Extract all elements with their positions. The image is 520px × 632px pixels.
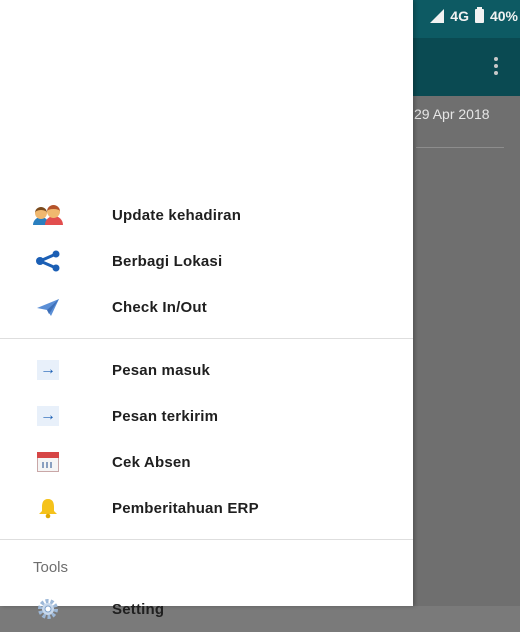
menu-item-label: Berbagi Lokasi bbox=[112, 252, 223, 270]
arrow-right-icon: → bbox=[33, 358, 63, 382]
menu-item-label: Cek Absen bbox=[112, 453, 191, 471]
calendar-icon bbox=[33, 450, 63, 474]
battery-icon bbox=[474, 7, 484, 23]
background-divider bbox=[416, 147, 504, 148]
menu-item-check-in-out[interactable]: Check In/Out bbox=[0, 284, 413, 330]
people-icon bbox=[33, 203, 63, 227]
gear-icon bbox=[33, 597, 63, 621]
bell-icon bbox=[33, 496, 63, 520]
menu-item-label: Pemberitahuan ERP bbox=[112, 499, 259, 517]
menu-item-label: Check In/Out bbox=[112, 298, 207, 316]
menu-item-update-kehadiran[interactable]: Update kehadiran bbox=[0, 192, 413, 238]
menu-item-pemberitahuan-erp[interactable]: Pemberitahuan ERP bbox=[0, 485, 413, 531]
menu-item-berbagi-lokasi[interactable]: Berbagi Lokasi bbox=[0, 238, 413, 284]
menu-item-label: Pesan masuk bbox=[112, 361, 211, 379]
background-date: 29 Apr 2018 bbox=[414, 106, 490, 122]
menu-item-pesan-masuk[interactable]: → Pesan masuk bbox=[0, 347, 413, 393]
navigation-drawer: Update kehadiran Berbagi Lokasi Check In… bbox=[0, 0, 413, 619]
more-options-icon[interactable] bbox=[490, 52, 502, 80]
section-title-tools: Tools bbox=[33, 558, 69, 576]
menu-item-cek-absen[interactable]: Cek Absen bbox=[0, 439, 413, 485]
menu-divider bbox=[0, 338, 413, 339]
menu-item-label: Update kehadiran bbox=[112, 206, 242, 224]
signal-icon bbox=[430, 9, 445, 23]
menu-item-label: Setting bbox=[112, 600, 165, 618]
menu-item-label: Pesan terkirim bbox=[112, 407, 219, 425]
network-type: 4G bbox=[450, 8, 469, 24]
arrow-right-icon: → bbox=[33, 404, 63, 428]
share-icon bbox=[33, 249, 63, 273]
battery-level: 40% bbox=[489, 8, 518, 24]
drawer-menu: Update kehadiran Berbagi Lokasi Check In… bbox=[0, 192, 413, 632]
menu-divider bbox=[0, 539, 413, 540]
menu-item-setting[interactable]: Setting bbox=[0, 586, 413, 632]
status-icons: 4G 40% bbox=[430, 7, 518, 24]
send-icon bbox=[33, 295, 63, 319]
menu-item-pesan-terkirim[interactable]: → Pesan terkirim bbox=[0, 393, 413, 439]
